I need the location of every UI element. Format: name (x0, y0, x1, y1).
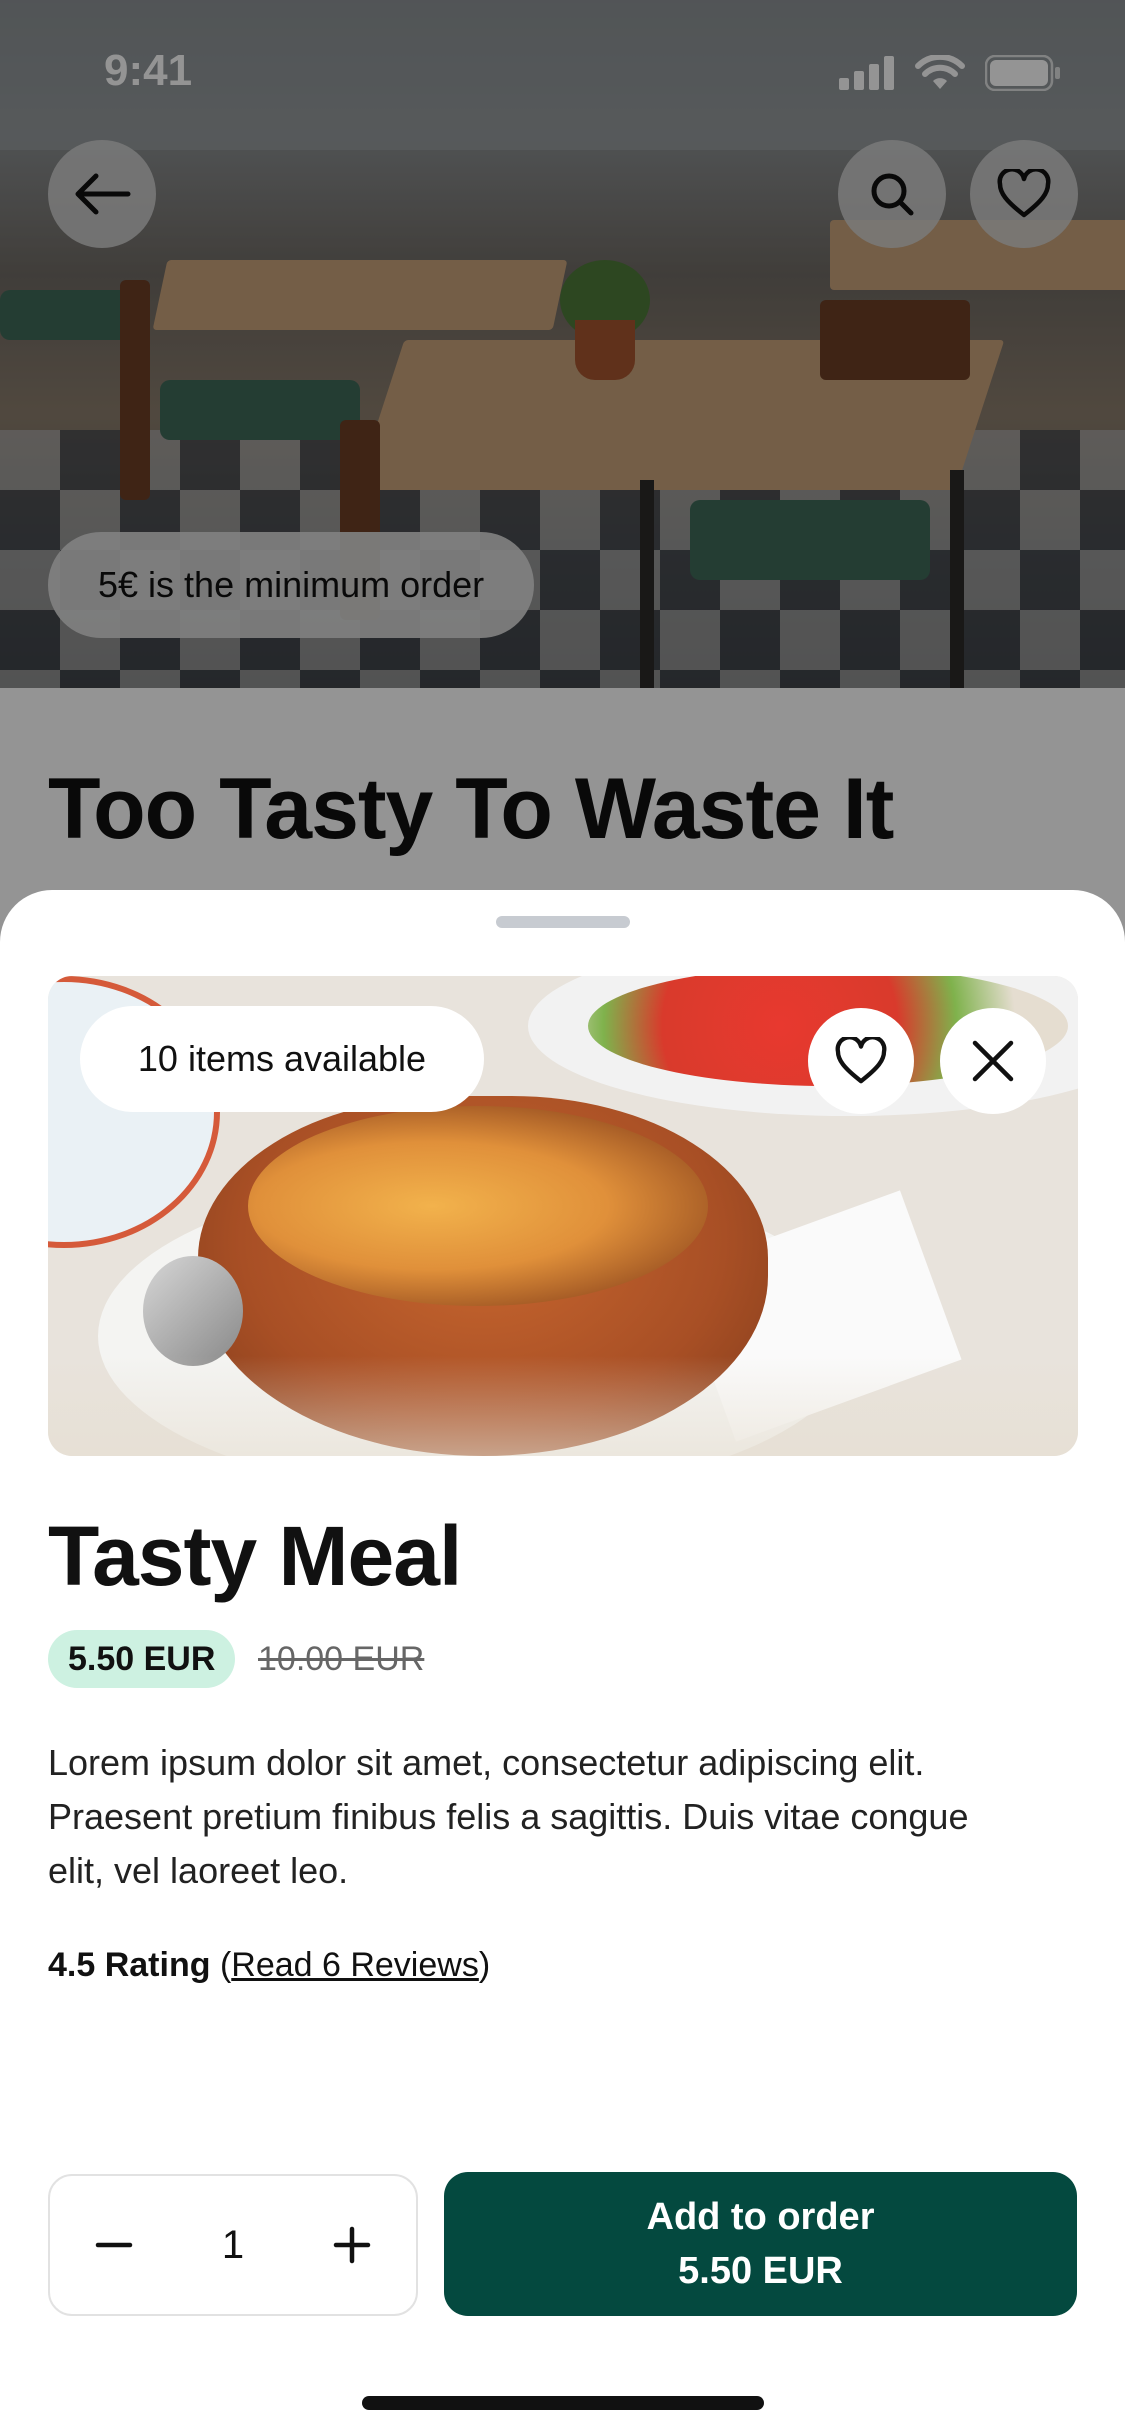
add-to-order-price: 5.50 EUR (678, 2250, 843, 2292)
availability-text: 10 items available (137, 1038, 427, 1079)
quantity-value: 1 (221, 2222, 245, 2267)
quantity-stepper: 1 (48, 2174, 418, 2316)
add-to-order-button[interactable]: Add to order 5.50 EUR (444, 2172, 1077, 2316)
meal-description: Lorem ipsum dolor sit amet, consectetur … (48, 1742, 969, 1891)
photo-table-surface (48, 1356, 1078, 1456)
plus-icon (333, 2226, 371, 2264)
photo-gratin (248, 1106, 708, 1306)
availability-badge: 10 items available (80, 1006, 484, 1112)
minus-icon (95, 2242, 133, 2248)
original-price: 10.00 EUR (258, 1640, 425, 1678)
rating-row: 4.5 Rating (Read 6 Reviews) (48, 1946, 490, 1985)
price-badge: 5.50 EUR (48, 1630, 236, 1688)
increment-button[interactable] (332, 2225, 372, 2265)
decrement-button[interactable] (94, 2225, 134, 2265)
add-to-order-label: Add to order (646, 2196, 875, 2238)
heart-icon (835, 1037, 887, 1084)
rating-label: 4.5 Rating (48, 1946, 211, 1984)
photo-spoon (143, 1256, 243, 1366)
close-icon (972, 1040, 1014, 1082)
reviews-link-wrapper: (Read 6 Reviews) (219, 1946, 491, 1984)
reviews-link[interactable]: Read 6 Reviews (231, 1946, 479, 1984)
sheet-drag-handle[interactable] (496, 916, 630, 928)
close-button[interactable] (940, 1008, 1046, 1114)
favorite-item-button[interactable] (808, 1008, 914, 1114)
meal-title: Tasty Meal (48, 1509, 462, 1603)
home-indicator[interactable] (362, 2396, 764, 2410)
